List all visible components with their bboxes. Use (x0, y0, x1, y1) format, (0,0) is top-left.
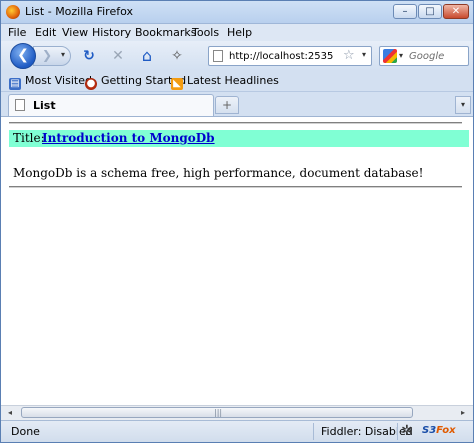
close-button[interactable]: ✕ (443, 4, 469, 19)
menu-help[interactable]: Help (227, 26, 252, 39)
new-tab-button[interactable]: + (215, 96, 239, 114)
google-icon[interactable] (383, 49, 397, 63)
stop-icon[interactable]: ✕ (110, 48, 126, 64)
rss-icon: ◣ (171, 78, 183, 90)
search-bar[interactable]: ▾ (379, 46, 469, 66)
star-icon[interactable]: ☆ (343, 48, 355, 63)
back-button[interactable]: ❮ (10, 43, 36, 69)
title-row: Title: Introduction to MongoDb (9, 130, 469, 147)
tab-label: List (33, 99, 56, 112)
bookmark-latest-headlines[interactable]: ◣ Latest Headlines (171, 74, 279, 90)
page-icon (213, 50, 223, 62)
url-bar[interactable]: ☆ ▾ (208, 46, 372, 66)
bookmark-label: Most Visited (25, 74, 92, 87)
navigation-toolbar: ❯ ▾ ❮ ↻ ✕ ⌂ ✧ ☆ ▾ ▾ (1, 41, 473, 71)
menu-tools[interactable]: Tools (192, 26, 219, 39)
divider-bottom (9, 186, 462, 188)
firefox-icon: ● (85, 78, 97, 90)
menu-view[interactable]: View (62, 26, 88, 39)
s3fox-button[interactable]: S3Fox (422, 425, 456, 436)
menu-edit[interactable]: Edit (35, 26, 56, 39)
maximize-icon: □ (425, 6, 435, 17)
menu-bar: File Edit View History Bookmarks Tools H… (1, 24, 473, 41)
bookmark-most-visited[interactable]: ▤ Most Visited (9, 74, 92, 90)
divider-top (9, 122, 462, 124)
bookmarks-toolbar: ▤ Most Visited ● Getting Started ◣ Latest H… (1, 71, 473, 92)
maximize-button[interactable]: □ (418, 4, 442, 19)
window-title: List - Mozilla Firefox (25, 5, 133, 18)
horizontal-scrollbar[interactable]: ◂ ||| ▸ (1, 405, 473, 420)
scroll-left-icon[interactable]: ◂ (4, 407, 16, 419)
scroll-right-icon[interactable]: ▸ (457, 407, 469, 419)
scrollbar-grip: ||| (214, 408, 223, 417)
url-input[interactable] (229, 49, 333, 63)
post-description: MongoDb is a schema free, high performan… (13, 166, 424, 180)
firefox-icon (6, 5, 20, 19)
minimize-icon: – (402, 6, 408, 17)
page-icon (15, 99, 25, 111)
post-title-link[interactable]: Introduction to MongoDb (42, 131, 215, 145)
most-visited-icon: ▤ (9, 78, 21, 90)
reload-icon[interactable]: ↻ (81, 48, 97, 64)
search-engine-dropdown-icon[interactable]: ▾ (399, 51, 403, 60)
title-label: Title: (13, 131, 45, 145)
menu-file[interactable]: File (8, 26, 26, 39)
s3fox-label-b: Fox (436, 425, 456, 436)
bookmark-label: Latest Headlines (187, 74, 279, 87)
status-separator (397, 423, 398, 440)
gear-icon[interactable]: ✲ (401, 423, 413, 439)
fiddler-status[interactable]: Fiddler: Disabled (321, 425, 413, 438)
url-dropdown-icon[interactable]: ▾ (362, 50, 366, 59)
status-text: Done (11, 425, 40, 438)
tab-list[interactable]: List (8, 94, 214, 116)
home-icon[interactable]: ⌂ (139, 48, 155, 64)
menu-history[interactable]: History (92, 26, 131, 39)
browser-window: List - Mozilla Firefox – □ ✕ File Edit V… (0, 0, 474, 443)
close-icon: ✕ (451, 6, 461, 17)
list-all-tabs-button[interactable]: ▾ (455, 96, 471, 114)
search-input[interactable] (409, 49, 461, 63)
history-dropdown-icon[interactable]: ▾ (61, 50, 65, 59)
addon-icon[interactable]: ✧ (169, 48, 185, 64)
title-bar[interactable]: List - Mozilla Firefox – □ ✕ (1, 1, 473, 24)
status-bar: Done Fiddler: Disabled ✲ S3Fox (1, 420, 473, 442)
scrollbar-thumb[interactable]: ||| (21, 407, 413, 418)
minimize-button[interactable]: – (393, 4, 417, 19)
s3fox-label-a: S3 (422, 425, 437, 436)
forward-arrow-icon: ❯ (42, 48, 53, 62)
forward-button[interactable]: ❯ ▾ (33, 46, 71, 66)
menu-bookmarks[interactable]: Bookmarks (135, 26, 196, 39)
tab-strip: List + ▾ (1, 92, 473, 117)
status-separator (313, 423, 314, 440)
page-content: Title: Introduction to MongoDb MongoDb i… (1, 117, 473, 405)
back-arrow-icon: ❮ (17, 47, 29, 63)
